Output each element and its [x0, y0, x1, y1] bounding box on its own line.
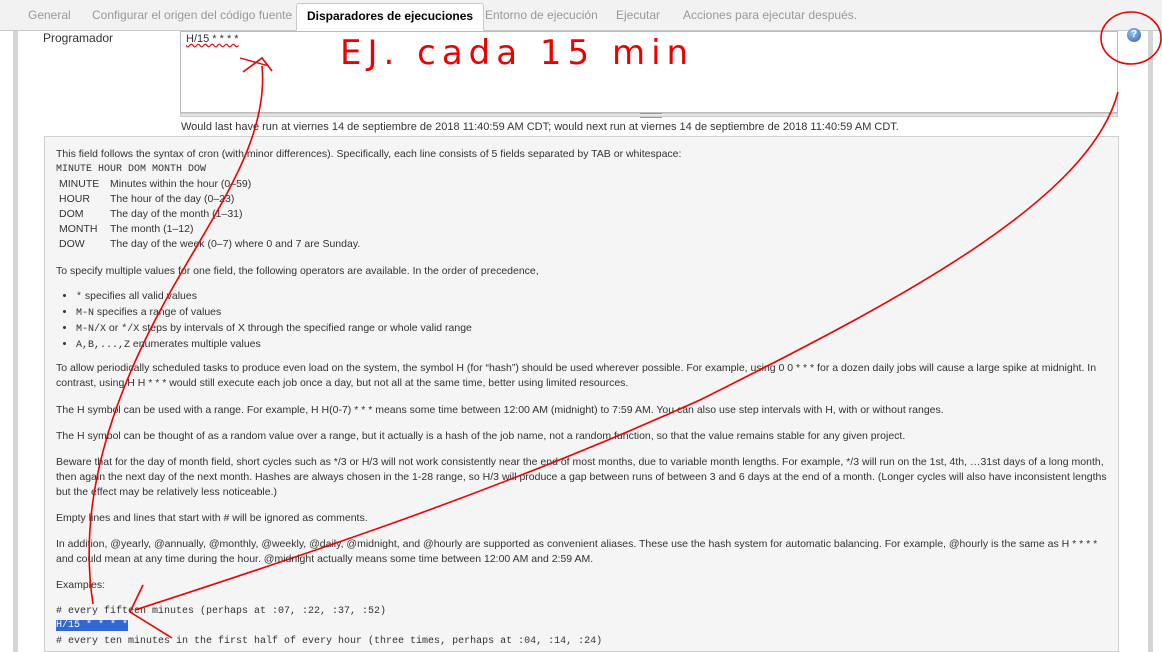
resize-grip-icon[interactable] [640, 113, 662, 118]
example-comment: # every ten minutes in the first half of… [56, 636, 603, 647]
field-name: MONTH [59, 223, 98, 235]
help-beware-paragraph: Beware that for the day of month field, … [56, 456, 1107, 498]
help-range-paragraph: The H symbol can be used with a range. F… [56, 404, 944, 416]
help-aliases-paragraph: In addition, @yearly, @annually, @monthl… [56, 538, 1098, 565]
tab-build[interactable]: Ejecutar [606, 3, 670, 29]
operators-intro: To specify multiple values for one field… [56, 265, 539, 277]
tab-post-build-actions[interactable]: Acciones para ejecutar después. [673, 3, 867, 29]
section-right-border [1148, 31, 1153, 652]
tab-source-code[interactable]: Configurar el origen del código fuente [82, 3, 302, 29]
field-name: DOM [59, 208, 84, 220]
cron-help-panel: This field follows the syntax of cron (w… [44, 136, 1119, 652]
tab-build-environment[interactable]: Entorno de ejecución [475, 3, 608, 29]
examples-label: Examples: [56, 579, 106, 591]
help-format-line: MINUTE HOUR DOM MONTH DOW [56, 164, 207, 175]
scheduler-label: Programador [43, 31, 114, 45]
list-item: * specifies all valid values [76, 289, 472, 305]
help-random-paragraph: The H symbol can be thought of as a rand… [56, 430, 906, 442]
tab-build-triggers[interactable]: Disparadores de ejecuciones [296, 3, 485, 31]
list-item: M-N specifies a range of values [76, 305, 472, 321]
handwritten-annotation: EJ. cada 15 min [340, 33, 695, 73]
help-intro: This field follows the syntax of cron (w… [56, 148, 682, 160]
field-desc: The day of the month (1–31) [110, 208, 243, 220]
operators-list: * specifies all valid values M-N specifi… [56, 289, 472, 353]
field-name: MINUTE [59, 178, 100, 190]
field-desc: Minutes within the hour (0–59) [110, 178, 252, 190]
help-empty-paragraph: Empty lines and lines that start with # … [56, 512, 368, 524]
section-left-border [13, 31, 18, 652]
field-desc: The hour of the day (0–23) [110, 193, 235, 205]
schedule-value: H/15 * * * * [186, 33, 239, 45]
example-comment: # every fifteen minutes (perhaps at :07,… [56, 606, 387, 617]
example-code-selected: H/15 * * * * [56, 620, 129, 631]
question-help-icon[interactable]: ? [1127, 28, 1141, 42]
field-desc: The month (1–12) [110, 223, 194, 235]
tab-general[interactable]: General [18, 3, 81, 29]
field-desc: The day of the week (0–7) where 0 and 7 … [110, 238, 361, 250]
field-name: HOUR [59, 193, 90, 205]
schedule-status-text: Would last have run at viernes 14 de sep… [181, 121, 899, 133]
list-item: M-N/X or */X steps by intervals of X thr… [76, 321, 472, 337]
tab-bar: General Configurar el origen del código … [0, 0, 1162, 31]
list-item: A,B,...,Z enumerates multiple values [76, 337, 472, 353]
field-name: DOW [59, 238, 85, 250]
help-hash-paragraph: To allow periodically scheduled tasks to… [56, 362, 1097, 389]
